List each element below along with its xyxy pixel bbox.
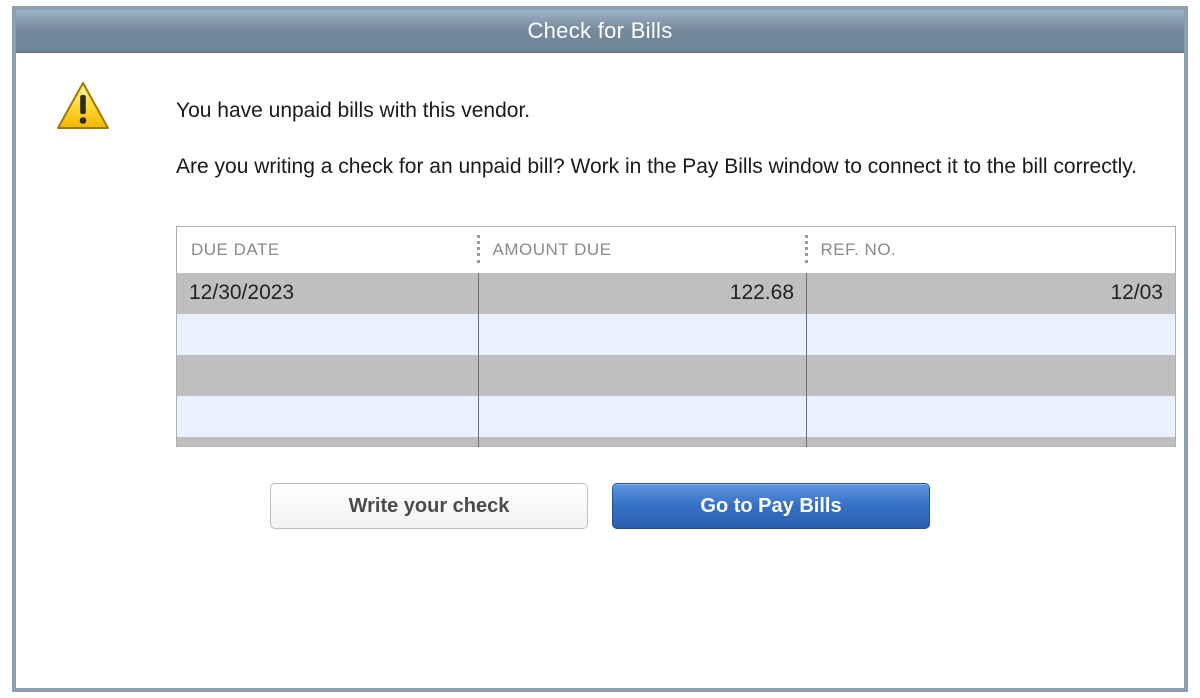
column-resize-handle-icon[interactable]	[805, 235, 811, 263]
cell-amount-due	[479, 396, 807, 437]
write-your-check-button[interactable]: Write your check	[270, 483, 588, 529]
table-row[interactable]	[177, 437, 1176, 447]
check-for-bills-dialog: Check for Bills You have unpaid bills wi…	[12, 6, 1188, 692]
dialog-title: Check for Bills	[527, 18, 672, 44]
dialog-content: You have unpaid bills with this vendor. …	[16, 53, 1184, 539]
go-to-pay-bills-button[interactable]: Go to Pay Bills	[612, 483, 930, 529]
cell-ref-no	[807, 314, 1176, 355]
table-row[interactable]	[177, 396, 1176, 437]
cell-amount-due	[479, 437, 807, 447]
cell-due-date	[177, 355, 479, 396]
cell-ref-no	[807, 355, 1176, 396]
table-row[interactable]	[177, 314, 1176, 355]
table-row[interactable]	[177, 355, 1176, 396]
table-row[interactable]: 12/30/2023 122.68 12/03	[177, 273, 1176, 314]
table-header-row: DUE DATE AMOUNT DUE REF. NO.	[177, 226, 1176, 273]
warning-icon	[56, 81, 110, 136]
message-block: You have unpaid bills with this vendor. …	[176, 97, 1144, 182]
button-bar: Write your check Go to Pay Bills	[56, 483, 1144, 529]
cell-due-date	[177, 314, 479, 355]
cell-due-date	[177, 396, 479, 437]
header-ref-no-label: REF. NO.	[821, 240, 897, 259]
message-instruction: Are you writing a check for an unpaid bi…	[176, 153, 1144, 181]
cell-due-date	[177, 437, 479, 447]
cell-due-date: 12/30/2023	[177, 273, 479, 314]
cell-ref-no	[807, 396, 1176, 437]
message-unpaid-bills: You have unpaid bills with this vendor.	[176, 97, 1144, 125]
cell-ref-no: 12/03	[807, 273, 1176, 314]
cell-amount-due: 122.68	[479, 273, 807, 314]
bills-table: DUE DATE AMOUNT DUE REF. NO. 12/30/2023 …	[176, 226, 1176, 448]
cell-ref-no	[807, 437, 1176, 447]
dialog-titlebar: Check for Bills	[16, 10, 1184, 53]
header-ref-no[interactable]: REF. NO.	[807, 226, 1176, 273]
header-amount-due-label: AMOUNT DUE	[493, 240, 612, 259]
cell-amount-due	[479, 355, 807, 396]
header-due-date[interactable]: DUE DATE	[177, 226, 479, 273]
column-resize-handle-icon[interactable]	[477, 235, 483, 263]
header-due-date-label: DUE DATE	[191, 240, 280, 259]
header-amount-due[interactable]: AMOUNT DUE	[479, 226, 807, 273]
cell-amount-due	[479, 314, 807, 355]
